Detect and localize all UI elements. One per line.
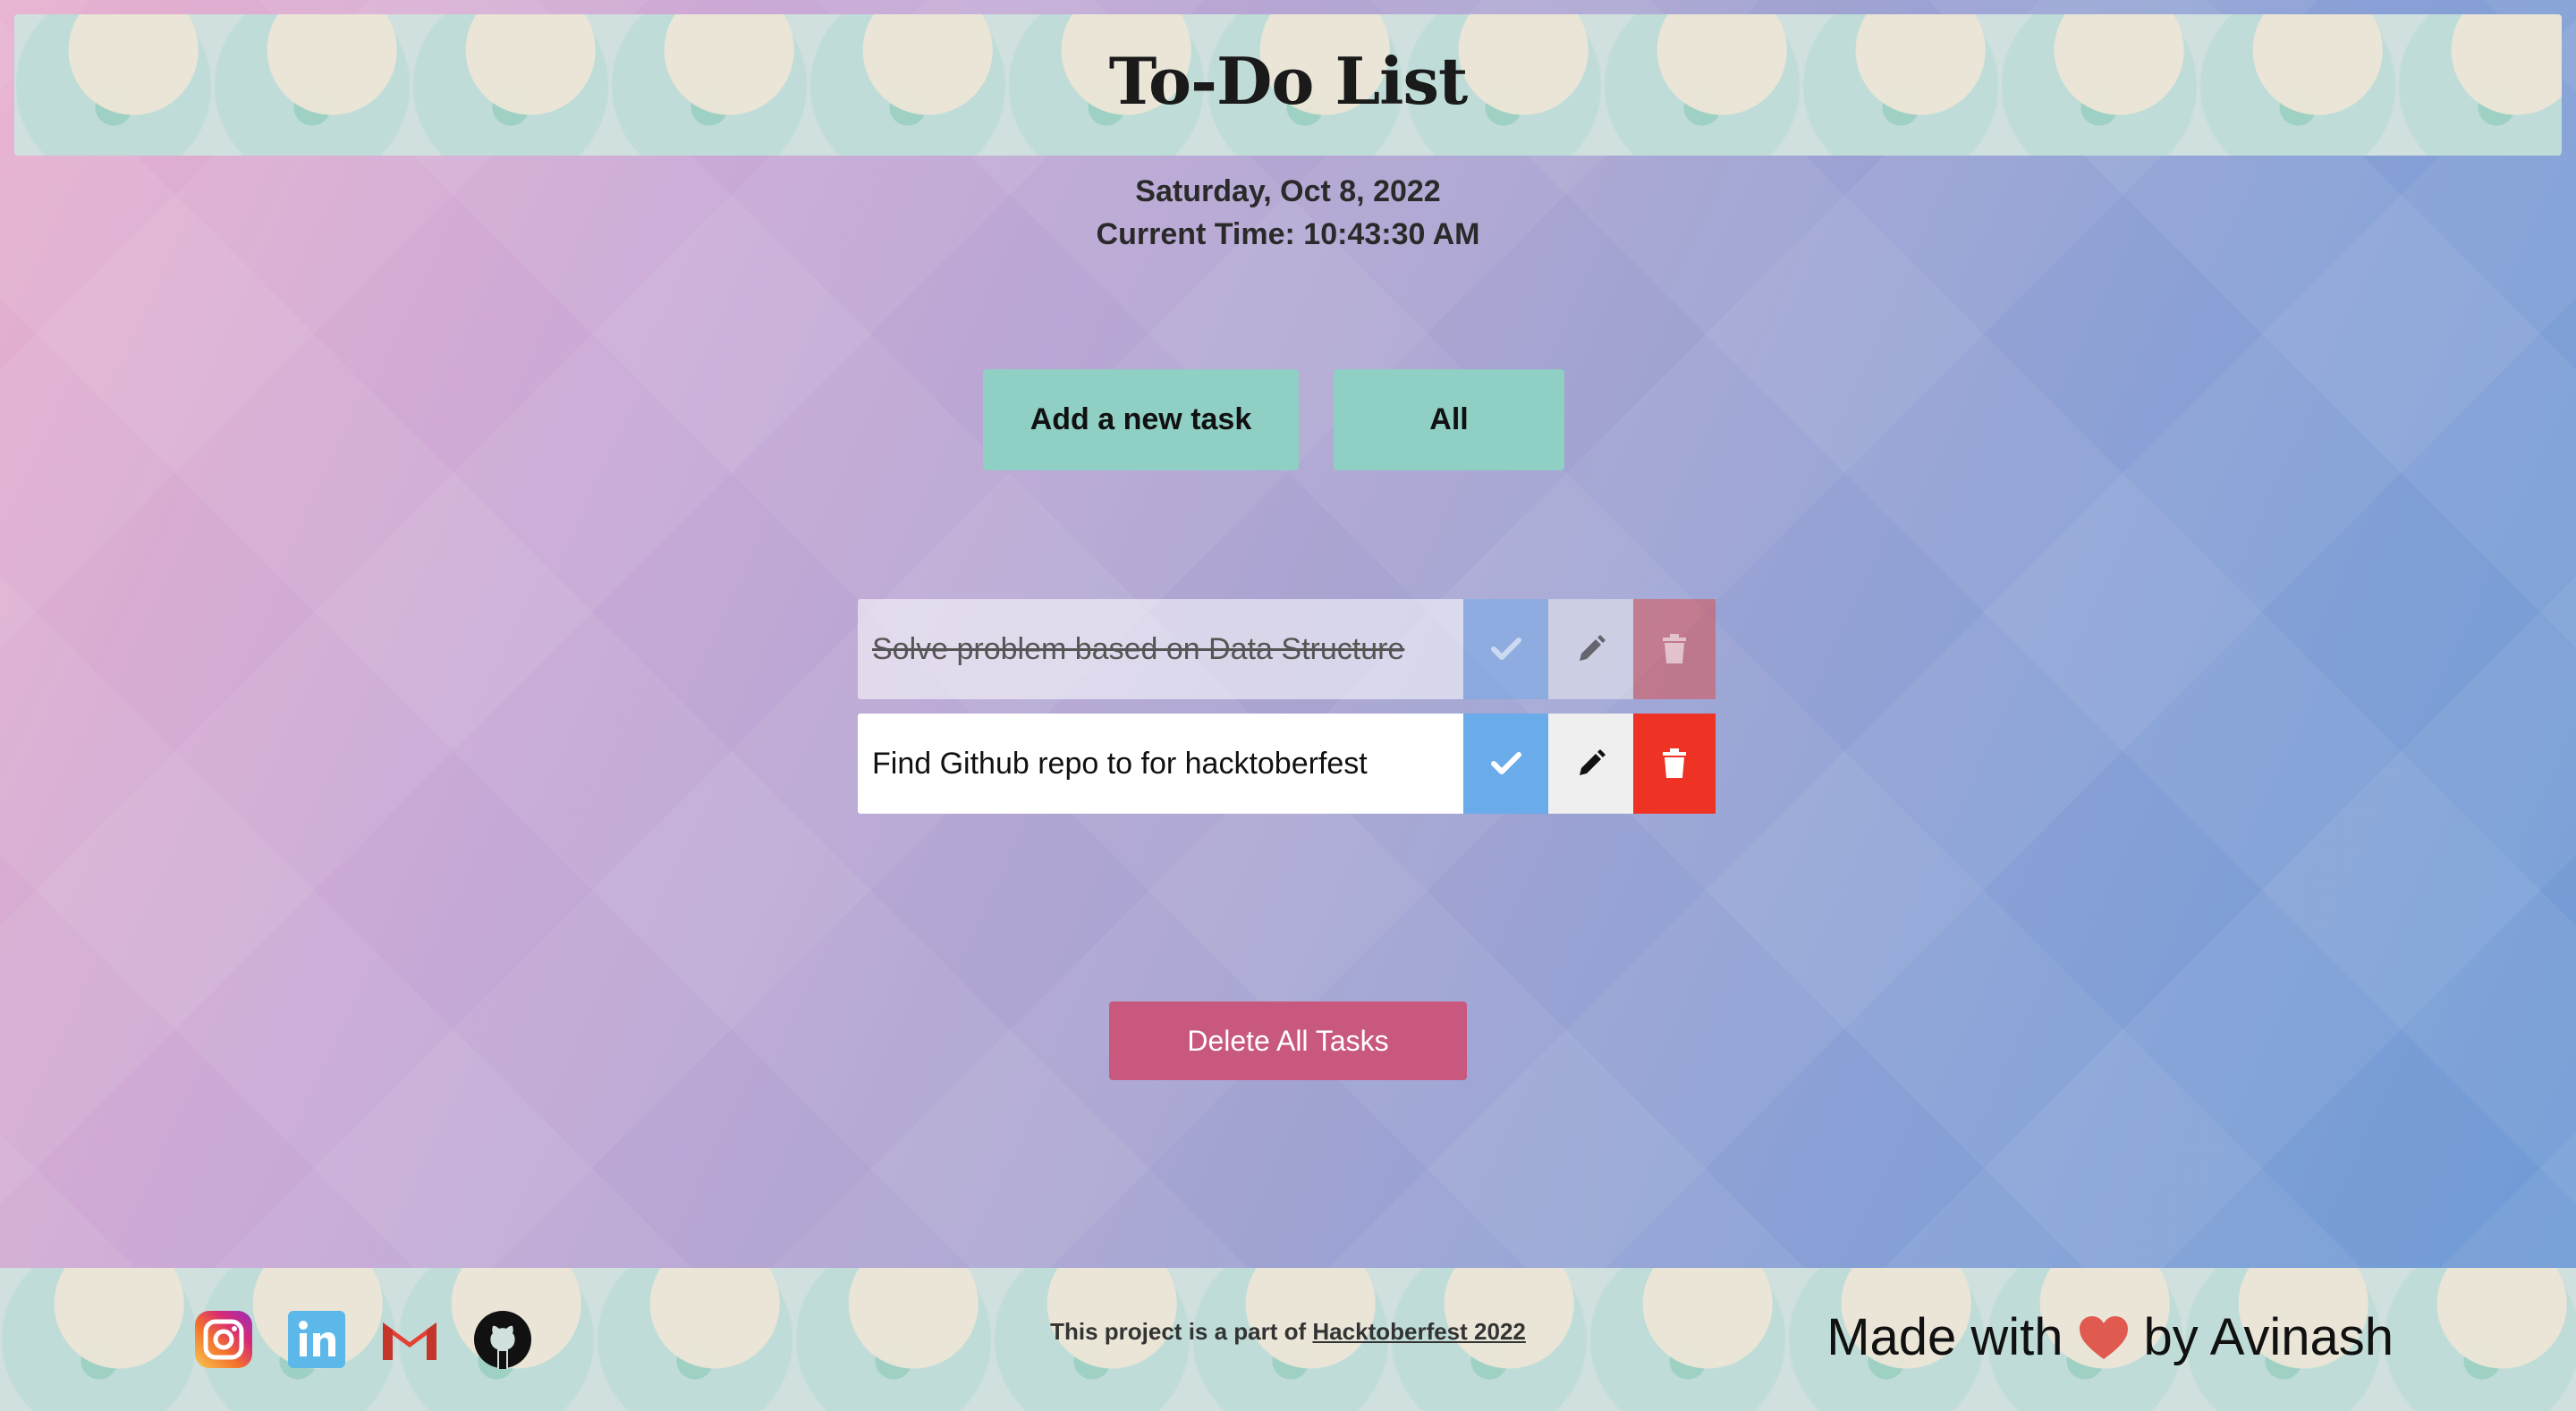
complete-task-button[interactable] xyxy=(1463,599,1548,699)
footer: This project is a part of Hacktoberfest … xyxy=(0,1268,2576,1411)
complete-task-button[interactable] xyxy=(1463,714,1548,814)
made-with-signature: Made with by Avinash xyxy=(1826,1307,2394,1367)
task-item-2: Find Github repo to for hacktoberfest xyxy=(858,714,1717,814)
heart-icon xyxy=(2079,1315,2128,1359)
pencil-icon xyxy=(1579,635,1606,661)
author-text: by Avinash xyxy=(2143,1308,2394,1366)
trash-icon xyxy=(1663,748,1686,778)
current-time: Current Time: 10:43:30 AM xyxy=(1096,217,1480,251)
current-date: Saturday, Oct 8, 2022 xyxy=(1135,174,1441,208)
delete-task-button[interactable] xyxy=(1633,599,1716,699)
edit-task-button[interactable] xyxy=(1548,714,1633,814)
check-icon xyxy=(1490,638,1521,660)
delete-task-button[interactable] xyxy=(1633,714,1716,814)
edit-task-button[interactable] xyxy=(1548,599,1633,699)
hacktoberfest-link[interactable]: Hacktoberfest 2022 xyxy=(1312,1318,1525,1345)
delete-all-tasks-button[interactable]: Delete All Tasks xyxy=(1109,1001,1467,1080)
made-with-text: Made with xyxy=(1826,1308,2063,1366)
task-text: Solve problem based on Data Structure xyxy=(858,599,1463,699)
pencil-icon xyxy=(1579,749,1606,775)
add-task-button[interactable]: Add a new task xyxy=(983,369,1299,470)
app-header: To-Do List xyxy=(14,14,2562,156)
task-item-1: Solve problem based on Data Structure xyxy=(858,599,1717,699)
filter-all-button[interactable]: All xyxy=(1334,369,1564,470)
task-text: Find Github repo to for hacktoberfest xyxy=(858,714,1463,814)
credit-text: This project is a part of xyxy=(1050,1318,1307,1345)
date-time-display: Saturday, Oct 8, 2022 Current Time: 10:4… xyxy=(0,170,2576,256)
app-title: To-Do List xyxy=(1108,42,1469,119)
check-icon xyxy=(1490,752,1521,774)
trash-icon xyxy=(1663,634,1686,663)
